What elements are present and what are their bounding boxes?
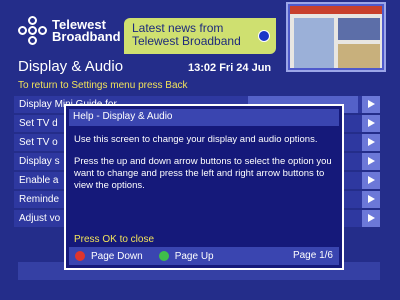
- menu-item-label: Adjust vo: [19, 213, 61, 224]
- close-instruction: Press OK to close: [74, 234, 155, 245]
- logo-line2: Broadband: [52, 29, 121, 44]
- dialog-footer: Page Down Page Up Page 1/6: [69, 247, 339, 265]
- right-arrow-icon: [362, 172, 380, 189]
- menu-item-label: Enable a: [19, 175, 59, 186]
- menu-item-label: Display s: [19, 156, 60, 167]
- telewest-logo: Telewest Broadband: [18, 16, 121, 46]
- latest-news-banner[interactable]: Latest news from Telewest Broadband: [124, 18, 276, 54]
- menu-item-label: Set TV d: [19, 118, 58, 129]
- blue-button-icon: [258, 30, 270, 42]
- right-arrow-icon: [362, 96, 380, 113]
- tv-preview-window: [286, 2, 386, 72]
- green-button-icon: [158, 251, 169, 261]
- page-up-button[interactable]: Page Up: [158, 250, 214, 262]
- page-up-label: Page Up: [174, 250, 214, 262]
- dialog-title: Help - Display & Audio: [69, 109, 339, 126]
- page-down-button[interactable]: Page Down: [75, 251, 143, 262]
- dialog-paragraph-2: Press the up and down arrow buttons to s…: [74, 156, 332, 191]
- red-button-icon: [75, 251, 85, 261]
- dialog-body: Use this screen to change your display a…: [66, 126, 342, 192]
- preview-image: [290, 6, 382, 68]
- right-arrow-icon: [362, 134, 380, 151]
- right-arrow-icon: [362, 210, 380, 227]
- page-indicator: Page 1/6: [292, 250, 333, 261]
- help-dialog: Help - Display & Audio Use this screen t…: [64, 104, 344, 270]
- dialog-paragraph-1: Use this screen to change your display a…: [74, 134, 318, 145]
- logo-text: Telewest Broadband: [52, 18, 121, 44]
- menu-item-label: Reminde: [19, 194, 60, 205]
- right-arrow-icon: [362, 153, 380, 170]
- right-arrow-icon: [362, 115, 380, 132]
- page-title: Display & Audio: [18, 58, 124, 75]
- date-time: 13:02 Fri 24 Jun: [188, 62, 272, 74]
- menu-item-label: Set TV o: [19, 137, 58, 148]
- back-instruction: To return to Settings menu press Back: [18, 80, 188, 91]
- right-arrow-icon: [362, 191, 380, 208]
- news-line2: Telewest Broadband: [132, 34, 241, 48]
- telewest-logo-icon: [18, 16, 48, 46]
- page-down-label: Page Down: [91, 250, 143, 262]
